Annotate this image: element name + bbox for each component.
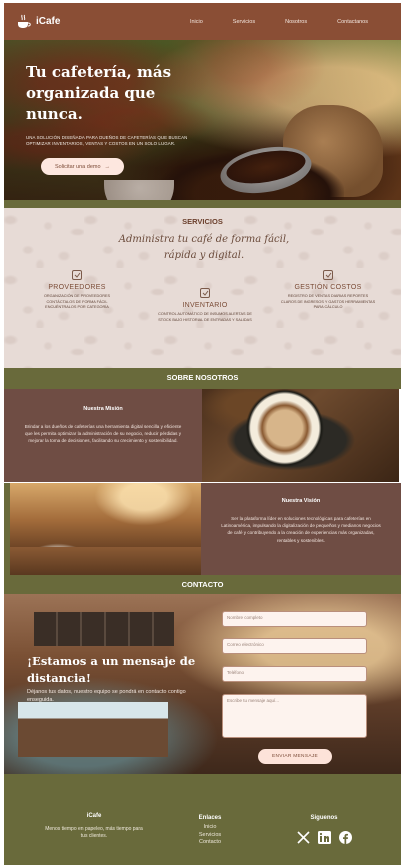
check-icon [200,288,210,298]
request-demo-button[interactable]: Solicitar una demo → [41,158,124,175]
nav-links: Inicio Servicios Nosotros Contactanos [175,19,383,25]
services-title: SERVICIOS [182,217,223,226]
footer-tagline: Menos tiempo en papeleo, más tiempo para… [45,826,143,839]
footer: iCafe Menos tiempo en papeleo, más tiemp… [4,797,401,865]
send-message-button[interactable]: ENVIAR MENSAJE [258,749,332,764]
nav-link-contactanos[interactable]: Contactanos [322,19,383,25]
name-field[interactable]: Nombre completo [222,611,367,627]
cafe-interior-photo [10,483,201,575]
footer-links-col: Enlaces Inicio Servicios Contacto [180,815,240,847]
mission-text: Brindar a los dueños de cafeterías una h… [24,424,182,444]
arrow-right-icon: → [104,163,111,170]
vision-title: Nuestra Visión [281,498,321,504]
check-icon [72,270,82,280]
email-field[interactable]: Correo electrónico [222,638,367,654]
nav-link-servicios[interactable]: Servicios [218,19,270,25]
footer-social-col: Siguenos [284,815,364,848]
footer-brand: iCafe [86,813,102,819]
service-card-proveedores: PROVEEDORES Organización de proveedores … [32,270,122,311]
service-name: PROVEEDORES [48,284,106,291]
linkedin-icon[interactable] [317,829,331,848]
service-desc: Control automático de insumos alertas de… [158,312,252,322]
divider-bar [4,200,401,208]
mission-title: Nuestra Misión [83,406,123,412]
service-name: GESTIÓN COSTOS [294,284,362,291]
request-demo-label: Solicitar una demo [54,163,101,170]
services-section: SERVICIOS Administra tu café de forma fá… [4,208,401,368]
message-field[interactable]: Escribe tu mensaje aquí... [222,694,367,738]
footer-brand-col: iCafe Menos tiempo en papeleo, más tiemp… [44,813,144,840]
phone-field[interactable]: Teléfono [222,666,367,682]
footer-link-inicio[interactable]: Inicio [180,824,240,832]
footer-links-title: Enlaces [198,815,222,821]
contact-title: CONTACTO [181,580,224,589]
service-card-gestion-costos: GESTIÓN COSTOS Registro de ventas diaria… [280,270,376,311]
hero-title: Tu cafetería, más organizada que nunca. [26,63,172,123]
coffee-cup-icon [16,14,32,30]
services-tagline: Administra tu café de forma fácil, rápid… [118,234,290,261]
menu-board [34,612,174,646]
check-icon [323,270,333,280]
brand-name: iCafe [36,16,61,27]
nav-link-inicio[interactable]: Inicio [175,19,218,25]
landing-page: iCafe Inicio Servicios Nosotros Contacta… [0,0,405,868]
coffee-cup-photo [202,389,399,482]
x-icon[interactable] [296,829,310,848]
service-desc: Organización de proveedores contáctalos … [43,294,111,309]
facebook-icon[interactable] [338,829,352,848]
cafe-table [10,547,201,575]
display-counter [18,702,168,757]
brand[interactable]: iCafe [16,14,60,30]
nav-link-nosotros[interactable]: Nosotros [270,19,322,25]
vision-text: Ser la plataforma líder en soluciones te… [221,516,381,543]
hero-subtitle: Una solución diseñada para dueños de caf… [26,135,188,147]
footer-link-contacto[interactable]: Contacto [180,839,240,847]
contact-subtext: Déjanos tus datos, nuestro equipo se pon… [27,689,186,703]
social-links [284,829,364,848]
navbar: iCafe Inicio Servicios Nosotros Contacta… [4,3,401,40]
pre-footer-bar [4,774,401,797]
footer-social-title: Siguenos [310,815,338,821]
service-name: INVENTARIO [182,302,228,309]
about-title: SOBRE NOSOTROS [166,373,239,382]
service-card-inventario: INVENTARIO Control automático de insumos… [157,288,253,323]
footer-link-servicios[interactable]: Servicios [180,832,240,840]
mission-panel: Nuestra Misión Brindar a los dueños de c… [4,389,202,482]
vision-panel: Nuestra Visión Ser la plataforma líder e… [201,483,401,575]
contact-heading: ¡Estamos a un mensaje de distancia! [27,654,196,685]
service-desc: Registro de ventas diarias reportes clar… [280,294,376,309]
side-bar [4,483,10,575]
